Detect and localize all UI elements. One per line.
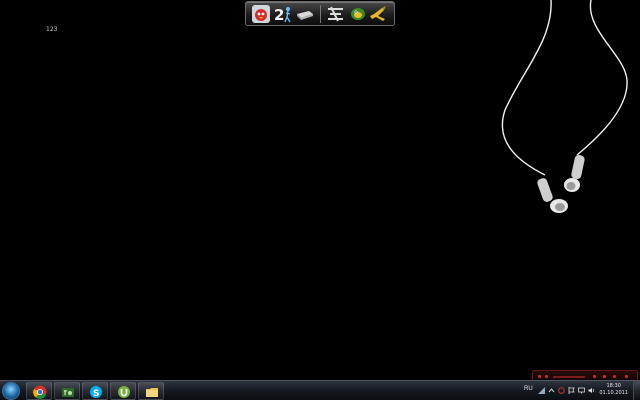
player-button[interactable]: [593, 375, 596, 378]
player-button[interactable]: [613, 375, 616, 378]
taskbar-game-app[interactable]: [54, 382, 80, 400]
top-dock: 2: [245, 1, 395, 26]
right-earbud: [564, 154, 585, 192]
player-button[interactable]: [603, 375, 606, 378]
left-earbud: [537, 178, 568, 213]
flag-icon[interactable]: [568, 387, 575, 394]
show-desktop-button[interactable]: [633, 381, 640, 400]
volume-icon[interactable]: [588, 387, 595, 394]
network-icon[interactable]: [538, 387, 545, 394]
player-button[interactable]: [545, 375, 548, 378]
earphones-wallpaper: [501, 0, 628, 213]
drive-icon[interactable]: [294, 4, 314, 24]
chevron-up-icon[interactable]: [548, 387, 555, 394]
tool-icon[interactable]: [326, 4, 346, 24]
horn-icon[interactable]: [368, 4, 388, 24]
player-progress-bar[interactable]: [553, 376, 585, 378]
monitor-icon[interactable]: [578, 387, 585, 394]
angry-birds-icon[interactable]: [251, 4, 271, 24]
file-explorer-icon: [146, 388, 158, 397]
clock-time: 18:30: [606, 383, 621, 389]
game-app-icon: [62, 388, 74, 397]
clock-date: 01.10.2011: [599, 390, 628, 396]
desktop: 123 2: [0, 0, 640, 382]
taskbar-chrome[interactable]: [26, 382, 52, 400]
language-indicator[interactable]: RU: [524, 386, 533, 392]
taskbar-utorrent[interactable]: [110, 382, 136, 400]
start-button[interactable]: [2, 382, 20, 400]
taskbar-skype[interactable]: S: [82, 382, 108, 400]
utorrent-icon: [118, 386, 130, 398]
clock[interactable]: 18:30 01.10.2011: [599, 383, 628, 397]
player-button[interactable]: [538, 375, 541, 378]
sync-icon[interactable]: [558, 387, 565, 394]
system-tray: RU 18:30 01.10.2011: [520, 381, 640, 400]
chrome-icon: [33, 385, 47, 399]
dock-separator: [320, 5, 321, 23]
taskbar-file-explorer[interactable]: [138, 382, 164, 400]
fish-icon[interactable]: [348, 4, 368, 24]
taskbar: S RU 18:30 01.10.2011: [0, 380, 640, 400]
skype-icon: S: [90, 386, 102, 399]
desktop-icon-label[interactable]: 123: [46, 26, 57, 33]
svg-text:2: 2: [274, 6, 284, 24]
player-button[interactable]: [625, 375, 628, 378]
svg-text:S: S: [93, 389, 99, 399]
portal-2-icon[interactable]: 2: [273, 4, 293, 24]
